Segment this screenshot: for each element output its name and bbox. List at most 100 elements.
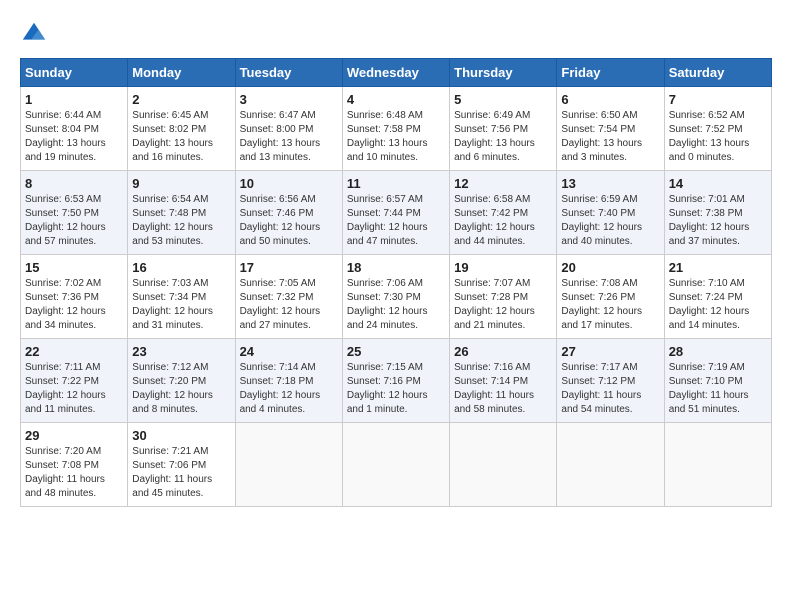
day-number: 17 (240, 260, 338, 275)
day-info: Sunrise: 7:21 AM Sunset: 7:06 PM Dayligh… (132, 445, 230, 501)
calendar-cell (342, 423, 449, 507)
day-info: Sunrise: 6:50 AM Sunset: 7:54 PM Dayligh… (561, 109, 659, 165)
day-number: 24 (240, 344, 338, 359)
day-info: Sunrise: 6:44 AM Sunset: 8:04 PM Dayligh… (25, 109, 123, 165)
calendar-cell: 23 Sunrise: 7:12 AM Sunset: 7:20 PM Dayli… (128, 339, 235, 423)
calendar-cell: 6 Sunrise: 6:50 AM Sunset: 7:54 PM Daylig… (557, 87, 664, 171)
page-header (20, 20, 772, 48)
day-info: Sunrise: 7:20 AM Sunset: 7:08 PM Dayligh… (25, 445, 123, 501)
calendar-cell: 2 Sunrise: 6:45 AM Sunset: 8:02 PM Daylig… (128, 87, 235, 171)
day-info: Sunrise: 6:52 AM Sunset: 7:52 PM Dayligh… (669, 109, 767, 165)
calendar-cell (450, 423, 557, 507)
calendar-week-4: 22 Sunrise: 7:11 AM Sunset: 7:22 PM Dayli… (21, 339, 772, 423)
logo-icon (20, 20, 48, 48)
calendar-cell: 14Sunrise: 7:01 AM Sunset: 7:38 PM Dayli… (664, 171, 771, 255)
calendar-week-5: 29Sunrise: 7:20 AM Sunset: 7:08 PM Dayli… (21, 423, 772, 507)
calendar-table: SundayMondayTuesdayWednesdayThursdayFrid… (20, 58, 772, 507)
day-info: Sunrise: 7:08 AM Sunset: 7:26 PM Dayligh… (561, 277, 659, 333)
day-info: Sunrise: 7:10 AM Sunset: 7:24 PM Dayligh… (669, 277, 767, 333)
weekday-header-monday: Monday (128, 59, 235, 87)
logo (20, 20, 52, 48)
day-info: Sunrise: 6:54 AM Sunset: 7:48 PM Dayligh… (132, 193, 230, 249)
calendar-cell: 30Sunrise: 7:21 AM Sunset: 7:06 PM Dayli… (128, 423, 235, 507)
calendar-cell: 10 Sunrise: 6:56 AM Sunset: 7:46 PM Dayli… (235, 171, 342, 255)
day-info: Sunrise: 6:56 AM Sunset: 7:46 PM Dayligh… (240, 193, 338, 249)
calendar-cell: 17 Sunrise: 7:05 AM Sunset: 7:32 PM Dayli… (235, 255, 342, 339)
day-info: Sunrise: 7:15 AM Sunset: 7:16 PM Dayligh… (347, 361, 445, 417)
calendar-cell: 3 Sunrise: 6:47 AM Sunset: 8:00 PM Daylig… (235, 87, 342, 171)
day-number: 10 (240, 176, 338, 191)
calendar-cell: 11 Sunrise: 6:57 AM Sunset: 7:44 PM Dayli… (342, 171, 449, 255)
weekday-header-sunday: Sunday (21, 59, 128, 87)
day-number: 5 (454, 92, 552, 107)
day-number: 6 (561, 92, 659, 107)
calendar-cell: 25 Sunrise: 7:15 AM Sunset: 7:16 PM Dayli… (342, 339, 449, 423)
day-number: 15 (25, 260, 123, 275)
calendar-cell: 15 Sunrise: 7:02 AM Sunset: 7:36 PM Dayli… (21, 255, 128, 339)
day-info: Sunrise: 6:58 AM Sunset: 7:42 PM Dayligh… (454, 193, 552, 249)
calendar-cell: 4 Sunrise: 6:48 AM Sunset: 7:58 PM Daylig… (342, 87, 449, 171)
day-info: Sunrise: 7:11 AM Sunset: 7:22 PM Dayligh… (25, 361, 123, 417)
day-number: 3 (240, 92, 338, 107)
day-number: 27 (561, 344, 659, 359)
day-number: 12 (454, 176, 552, 191)
day-info: Sunrise: 6:45 AM Sunset: 8:02 PM Dayligh… (132, 109, 230, 165)
day-number: 7 (669, 92, 767, 107)
day-number: 22 (25, 344, 123, 359)
calendar-cell: 19 Sunrise: 7:07 AM Sunset: 7:28 PM Dayli… (450, 255, 557, 339)
calendar-cell: 5 Sunrise: 6:49 AM Sunset: 7:56 PM Daylig… (450, 87, 557, 171)
calendar-cell (235, 423, 342, 507)
calendar-cell: 9 Sunrise: 6:54 AM Sunset: 7:48 PM Daylig… (128, 171, 235, 255)
day-info: Sunrise: 6:53 AM Sunset: 7:50 PM Dayligh… (25, 193, 123, 249)
day-info: Sunrise: 7:06 AM Sunset: 7:30 PM Dayligh… (347, 277, 445, 333)
day-number: 28 (669, 344, 767, 359)
weekday-header-thursday: Thursday (450, 59, 557, 87)
calendar-cell (557, 423, 664, 507)
day-info: Sunrise: 7:12 AM Sunset: 7:20 PM Dayligh… (132, 361, 230, 417)
calendar-cell: 13 Sunrise: 6:59 AM Sunset: 7:40 PM Dayli… (557, 171, 664, 255)
day-info: Sunrise: 7:05 AM Sunset: 7:32 PM Dayligh… (240, 277, 338, 333)
day-number: 9 (132, 176, 230, 191)
calendar-cell: 21 Sunrise: 7:10 AM Sunset: 7:24 PM Dayli… (664, 255, 771, 339)
day-number: 21 (669, 260, 767, 275)
day-number: 14 (669, 176, 767, 191)
calendar-week-2: 8 Sunrise: 6:53 AM Sunset: 7:50 PM Daylig… (21, 171, 772, 255)
day-number: 4 (347, 92, 445, 107)
calendar-cell: 18 Sunrise: 7:06 AM Sunset: 7:30 PM Dayli… (342, 255, 449, 339)
day-number: 19 (454, 260, 552, 275)
calendar-cell: 1Sunrise: 6:44 AM Sunset: 8:04 PM Daylig… (21, 87, 128, 171)
calendar-cell: 20Sunrise: 7:08 AM Sunset: 7:26 PM Dayli… (557, 255, 664, 339)
day-number: 8 (25, 176, 123, 191)
calendar-cell: 22 Sunrise: 7:11 AM Sunset: 7:22 PM Dayli… (21, 339, 128, 423)
day-info: Sunrise: 6:47 AM Sunset: 8:00 PM Dayligh… (240, 109, 338, 165)
calendar-cell: 29Sunrise: 7:20 AM Sunset: 7:08 PM Dayli… (21, 423, 128, 507)
calendar-week-3: 15 Sunrise: 7:02 AM Sunset: 7:36 PM Dayli… (21, 255, 772, 339)
day-number: 25 (347, 344, 445, 359)
day-number: 13 (561, 176, 659, 191)
day-number: 11 (347, 176, 445, 191)
calendar-cell: 28Sunrise: 7:19 AM Sunset: 7:10 PM Dayli… (664, 339, 771, 423)
day-info: Sunrise: 7:17 AM Sunset: 7:12 PM Dayligh… (561, 361, 659, 417)
calendar-cell: 7 Sunrise: 6:52 AM Sunset: 7:52 PM Daylig… (664, 87, 771, 171)
day-number: 26 (454, 344, 552, 359)
day-info: Sunrise: 7:02 AM Sunset: 7:36 PM Dayligh… (25, 277, 123, 333)
calendar-cell: 12 Sunrise: 6:58 AM Sunset: 7:42 PM Dayli… (450, 171, 557, 255)
day-info: Sunrise: 7:14 AM Sunset: 7:18 PM Dayligh… (240, 361, 338, 417)
weekday-header-friday: Friday (557, 59, 664, 87)
day-info: Sunrise: 6:57 AM Sunset: 7:44 PM Dayligh… (347, 193, 445, 249)
calendar-cell (664, 423, 771, 507)
calendar-cell: 16 Sunrise: 7:03 AM Sunset: 7:34 PM Dayli… (128, 255, 235, 339)
calendar-cell: 27 Sunrise: 7:17 AM Sunset: 7:12 PM Dayli… (557, 339, 664, 423)
day-info: Sunrise: 7:07 AM Sunset: 7:28 PM Dayligh… (454, 277, 552, 333)
weekday-header-wednesday: Wednesday (342, 59, 449, 87)
day-info: Sunrise: 6:48 AM Sunset: 7:58 PM Dayligh… (347, 109, 445, 165)
day-info: Sunrise: 7:03 AM Sunset: 7:34 PM Dayligh… (132, 277, 230, 333)
day-info: Sunrise: 7:16 AM Sunset: 7:14 PM Dayligh… (454, 361, 552, 417)
day-info: Sunrise: 6:59 AM Sunset: 7:40 PM Dayligh… (561, 193, 659, 249)
day-number: 2 (132, 92, 230, 107)
day-number: 16 (132, 260, 230, 275)
calendar-cell: 26 Sunrise: 7:16 AM Sunset: 7:14 PM Dayli… (450, 339, 557, 423)
day-number: 18 (347, 260, 445, 275)
day-number: 23 (132, 344, 230, 359)
day-info: Sunrise: 6:49 AM Sunset: 7:56 PM Dayligh… (454, 109, 552, 165)
